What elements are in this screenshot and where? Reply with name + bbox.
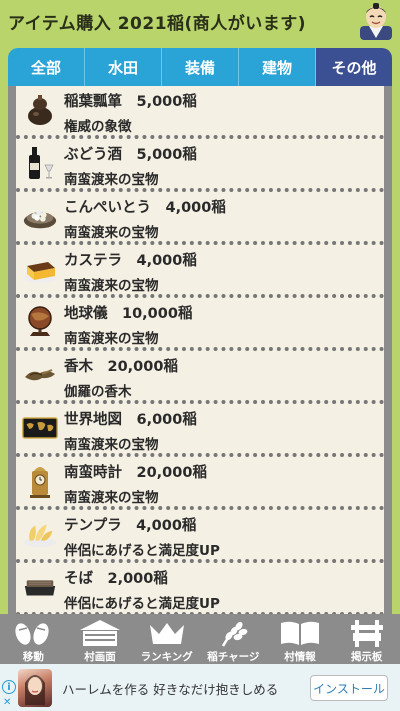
nav-board[interactable]: 掲示板 [333,614,400,664]
item-name: ぶどう酒 5,000稲 [64,147,197,163]
item-desc: 南蛮渡来の宝物 [64,331,159,347]
category-tabs: 全部 水田 装備 建物 その他 [8,48,392,86]
move-icon [11,618,55,647]
install-button[interactable]: インストール [310,675,388,701]
list-item[interactable]: そば 2,000稲 伴侶にあげると満足度UP [16,563,384,614]
world-map-icon [22,410,58,446]
tab-all[interactable]: 全部 [8,48,85,86]
nav-rice-charge[interactable]: 稲チャージ [200,614,267,664]
book-icon [278,618,322,647]
nav-label: 稲チャージ [207,651,260,663]
nav-village[interactable]: 村画面 [67,614,134,664]
ad-banner[interactable]: i ✕ ハーレムを作る 好きなだけ抱きしめる インストール [0,664,400,711]
item-desc: 南蛮渡来の宝物 [64,490,159,506]
soba-icon [22,569,58,605]
nav-village-info[interactable]: 村情報 [267,614,334,664]
ad-info-icon[interactable]: i [2,680,16,694]
item-desc: 伽羅の香木 [64,384,132,400]
nav-label: ランキング [140,651,193,663]
item-name: 香木 20,000稲 [64,359,178,375]
gourd-icon [22,92,58,128]
tab-buildings[interactable]: 建物 [239,48,316,86]
ad-close-icon[interactable]: ✕ [3,697,11,708]
list-item[interactable]: 世界地図 6,000稲 南蛮渡来の宝物 [16,404,384,457]
nav-label: 移動 [22,651,44,663]
item-desc: 南蛮渡来の宝物 [64,225,159,241]
list-item[interactable]: 香木 20,000稲 伽羅の香木 [16,351,384,404]
item-desc: 南蛮渡来の宝物 [64,172,159,188]
nav-label: 村画面 [84,651,116,663]
item-name: そば 2,000稲 [64,571,168,587]
board-icon [345,618,389,647]
tempura-icon [22,516,58,552]
item-name: カステラ 4,000稲 [64,253,197,269]
ad-image [18,669,52,707]
list-item[interactable]: ぶどう酒 5,000稲 南蛮渡来の宝物 [16,139,384,192]
list-item[interactable]: カステラ 4,000稲 南蛮渡来の宝物 [16,245,384,298]
item-name: こんぺいとう 4,000稲 [64,200,226,216]
wine-icon [22,145,58,181]
list-item[interactable]: こんぺいとう 4,000稲 南蛮渡来の宝物 [16,192,384,245]
page-title: アイテム購入 2021稲(商人がいます) [8,14,307,34]
header: アイテム購入 2021稲(商人がいます) [0,0,400,42]
list-item[interactable]: 地球儀 10,000稲 南蛮渡来の宝物 [16,298,384,351]
item-desc: 南蛮渡来の宝物 [64,437,159,453]
item-desc: 伴侶にあげると満足度UP [64,543,220,559]
nav-move[interactable]: 移動 [0,614,67,664]
item-desc: 南蛮渡来の宝物 [64,278,159,294]
item-name: テンプラ 4,000稲 [64,518,197,534]
nav-label: 村情報 [284,651,316,663]
list-item[interactable]: テンプラ 4,000稲 伴侶にあげると満足度UP [16,510,384,563]
merchant-avatar-icon[interactable] [358,2,394,40]
item-name: 世界地図 6,000稲 [64,412,197,428]
item-desc: 権威の象徴 [64,119,132,135]
bottom-nav: 移動 村画面 ランキング 稲チャージ 村情報 掲示板 [0,614,400,664]
item-name: 稲葉瓢箪 5,000稲 [64,94,197,110]
incense-wood-icon [22,357,58,393]
item-desc: 伴侶にあげると満足度UP [64,596,220,612]
nav-label: 掲示板 [350,651,383,663]
village-icon [78,618,122,647]
list-item[interactable]: 南蛮時計 20,000稲 南蛮渡来の宝物 [16,457,384,510]
item-name: 南蛮時計 20,000稲 [64,465,207,481]
castella-icon [22,251,58,287]
tab-other[interactable]: その他 [316,48,392,86]
rice-icon [211,618,255,647]
konpeito-icon [22,198,58,234]
item-name: 地球儀 10,000稲 [64,306,193,322]
crown-icon [145,618,189,647]
clock-icon [22,463,58,499]
globe-icon [22,304,58,340]
ad-text: ハーレムを作る 好きなだけ抱きしめる [62,682,279,697]
nav-ranking[interactable]: ランキング [133,614,200,664]
list-item[interactable]: 稲葉瓢箪 5,000稲 権威の象徴 [16,86,384,139]
tab-paddy[interactable]: 水田 [85,48,162,86]
tab-equipment[interactable]: 装備 [162,48,239,86]
item-list: 稲葉瓢箪 5,000稲 権威の象徴 ぶどう酒 5,000稲 南蛮渡来の宝物 こん… [8,86,392,614]
